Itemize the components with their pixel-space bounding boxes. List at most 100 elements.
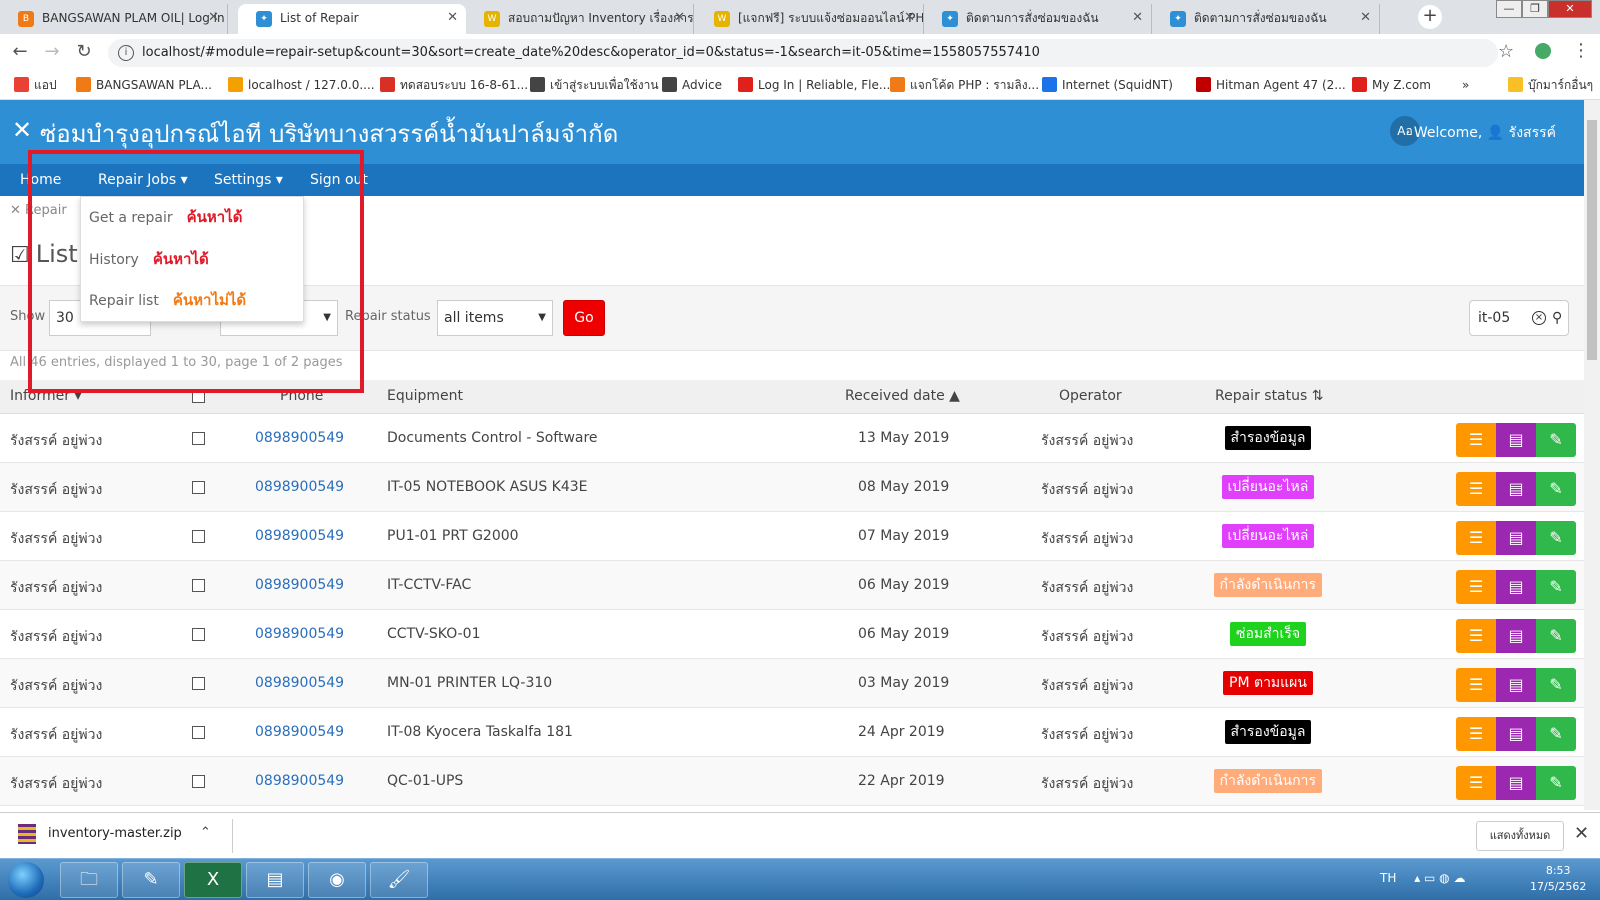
phone-link[interactable]: 0898900549	[255, 773, 344, 789]
bookmark-item[interactable]: Internet (SquidNT)	[1042, 76, 1173, 94]
list-icon[interactable]: ▤	[1496, 423, 1536, 457]
browser-tab[interactable]: ✦ List of Repair ✕	[238, 4, 466, 34]
edit-icon[interactable]: ✎	[1536, 521, 1576, 555]
download-item[interactable]: inventory-master.zip	[18, 824, 182, 844]
details-icon[interactable]: ☰	[1456, 472, 1496, 506]
table-row[interactable]: รังสรรค์ อยู่พ่วง 0898900549 MN-01 PRINTER…	[0, 659, 1584, 708]
bookmark-item[interactable]: Advice	[662, 76, 722, 94]
reload-icon[interactable]: ↻	[72, 40, 96, 64]
phone-link[interactable]: 0898900549	[255, 479, 344, 495]
edit-icon[interactable]: ✎	[1536, 472, 1576, 506]
bookmark-item[interactable]: My Z.com	[1352, 76, 1431, 94]
search-input[interactable]: it-05 × ⚲	[1469, 300, 1569, 336]
list-icon[interactable]: ▤	[1496, 570, 1536, 604]
edit-icon[interactable]: ✎	[1536, 619, 1576, 653]
forward-icon[interactable]: →	[40, 40, 64, 64]
bookmark-star-icon[interactable]: ☆	[1498, 41, 1514, 62]
bookmark-item[interactable]: ทดสอบระบบ 16-8-61...	[380, 76, 528, 94]
details-icon[interactable]: ☰	[1456, 570, 1496, 604]
list-icon[interactable]: ▤	[1496, 619, 1536, 653]
paint-brush-taskbar-icon[interactable]: 🖌	[370, 862, 428, 898]
phone-link[interactable]: 0898900549	[255, 528, 344, 544]
list-icon[interactable]: ▤	[1496, 521, 1536, 555]
edit-icon[interactable]: ✎	[1536, 717, 1576, 751]
tab-close-icon[interactable]: ✕	[208, 4, 219, 32]
tab-close-icon[interactable]: ✕	[674, 4, 685, 32]
bookmark-item[interactable]: Hitman Agent 47 (2...	[1196, 76, 1346, 94]
list-icon[interactable]: ▤	[1496, 472, 1536, 506]
url-input[interactable]: i localhost/#module=repair-setup&count=3…	[108, 39, 1498, 67]
more-bookmarks-icon[interactable]: »	[1462, 76, 1469, 94]
phone-link[interactable]: 0898900549	[255, 430, 344, 446]
browser-tab[interactable]: ✦ ติดตามการสั่งซ่อมของฉัน ✕	[924, 4, 1152, 34]
bookmark-item[interactable]: แจกโค้ด PHP : รามลิง...	[890, 76, 1039, 94]
explorer-taskbar-icon[interactable]: 🗀	[60, 862, 118, 898]
close-window-button[interactable]: ✕	[1548, 0, 1592, 18]
repair-status-select[interactable]: all items ▼	[437, 300, 553, 336]
tray-icons[interactable]: ▴ ▭ ◍ ☁	[1414, 871, 1465, 885]
edit-icon[interactable]: ✎	[1536, 668, 1576, 702]
bookmark-item[interactable]: Log In | Reliable, Fle...	[738, 76, 890, 94]
phone-link[interactable]: 0898900549	[255, 626, 344, 642]
back-icon[interactable]: ←	[8, 40, 32, 64]
col-received-date[interactable]: Received date ▲	[845, 388, 960, 404]
page-scrollbar[interactable]	[1584, 100, 1600, 810]
input-language[interactable]: TH	[1380, 871, 1396, 885]
bookmark-item[interactable]: เข้าสู่ระบบเพื่อใช้งาน	[530, 76, 659, 94]
row-checkbox[interactable]	[192, 530, 205, 543]
minimize-button[interactable]: —	[1496, 0, 1522, 18]
excel-taskbar-icon[interactable]: X	[184, 862, 242, 898]
browser-tab[interactable]: B BANGSAWAN PLAM OIL| Log in ✕	[0, 4, 228, 34]
clock[interactable]: 8:53 17/5/2562	[1530, 863, 1586, 895]
details-icon[interactable]: ☰	[1456, 717, 1496, 751]
table-row[interactable]: รังสรรค์ อยู่พ่วง 0898900549 IT-05 NOTEBOO…	[0, 463, 1584, 512]
tab-close-icon[interactable]: ✕	[447, 4, 458, 32]
row-checkbox[interactable]	[192, 775, 205, 788]
new-tab-button[interactable]: +	[1418, 5, 1442, 29]
browser-tab[interactable]: W [แจกฟรี] ระบบแจ้งซ่อมออนไลน์ PH ✕	[696, 4, 924, 34]
phone-link[interactable]: 0898900549	[255, 724, 344, 740]
details-icon[interactable]: ☰	[1456, 766, 1496, 800]
browser-tab[interactable]: W สอบถามปัญหา Inventory เรื่องการค้ ✕	[466, 4, 694, 34]
table-row[interactable]: รังสรรค์ อยู่พ่วง 0898900549 CCTV-SKO-01 06…	[0, 610, 1584, 659]
browser-menu-icon[interactable]: ⋮	[1572, 40, 1590, 61]
phone-link[interactable]: 0898900549	[255, 577, 344, 593]
bookmark-item[interactable]: localhost / 127.0.0....	[228, 76, 375, 94]
show-all-downloads-button[interactable]: แสดงทั้งหมด	[1476, 821, 1564, 851]
table-row[interactable]: รังสรรค์ อยู่พ่วง 0898900549 Documents Con…	[0, 414, 1584, 463]
row-checkbox[interactable]	[192, 579, 205, 592]
phone-link[interactable]: 0898900549	[255, 675, 344, 691]
search-icon[interactable]: ⚲	[1552, 301, 1562, 335]
row-checkbox[interactable]	[192, 628, 205, 641]
details-icon[interactable]: ☰	[1456, 619, 1496, 653]
edit-icon[interactable]: ✎	[1536, 423, 1576, 457]
table-row[interactable]: รังสรรค์ อยู่พ่วง 0898900549 QC-01-UPS 22 A…	[0, 757, 1584, 806]
bookmark-item[interactable]: BANGSAWAN PLA...	[76, 76, 212, 94]
tab-close-icon[interactable]: ✕	[904, 4, 915, 32]
table-row[interactable]: รังสรรค์ อยู่พ่วง 0898900549 IT-08 Kyocera…	[0, 708, 1584, 757]
maximize-button[interactable]: ❐	[1522, 0, 1548, 18]
list-icon[interactable]: ▤	[1496, 766, 1536, 800]
winrar-taskbar-icon[interactable]: ▤	[246, 862, 304, 898]
paint-taskbar-icon[interactable]: ✎	[122, 862, 180, 898]
details-icon[interactable]: ☰	[1456, 423, 1496, 457]
table-row[interactable]: รังสรรค์ อยู่พ่วง 0898900549 IT-CCTV-FAC 06…	[0, 561, 1584, 610]
site-info-icon[interactable]: i	[118, 45, 134, 61]
scrollbar-thumb[interactable]	[1587, 120, 1597, 360]
close-icon[interactable]: ✕	[1574, 823, 1589, 844]
col-repair-status[interactable]: Repair status ⇅	[1215, 388, 1323, 404]
table-row[interactable]: รังสรรค์ อยู่พ่วง 0898900549 PU1-01 PRT G2…	[0, 512, 1584, 561]
list-icon[interactable]: ▤	[1496, 668, 1536, 702]
tab-close-icon[interactable]: ✕	[1360, 4, 1371, 32]
row-checkbox[interactable]	[192, 481, 205, 494]
details-icon[interactable]: ☰	[1456, 521, 1496, 555]
edit-icon[interactable]: ✎	[1536, 766, 1576, 800]
bookmark-item[interactable]: แอป	[14, 76, 57, 94]
list-icon[interactable]: ▤	[1496, 717, 1536, 751]
go-button[interactable]: Go	[563, 300, 605, 336]
welcome-user[interactable]: Welcome, 👤 รังสรรค์	[1414, 122, 1556, 144]
chrome-taskbar-icon[interactable]: ◉	[308, 862, 366, 898]
tab-close-icon[interactable]: ✕	[1132, 4, 1143, 32]
edit-icon[interactable]: ✎	[1536, 570, 1576, 604]
browser-tab[interactable]: ✦ ติดตามการสั่งซ่อมของฉัน ✕	[1152, 4, 1380, 34]
